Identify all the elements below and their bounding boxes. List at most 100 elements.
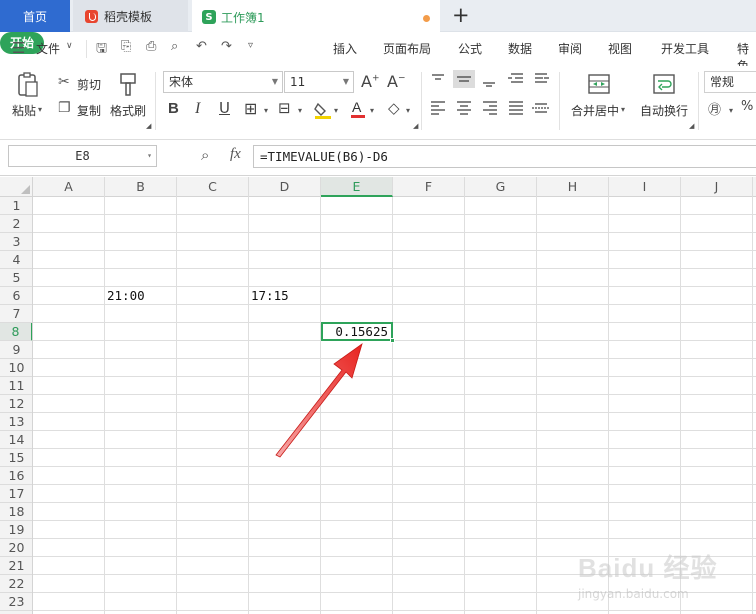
format-painter-icon[interactable] — [118, 72, 138, 98]
chevron-down-icon[interactable]: ▾ — [298, 106, 302, 115]
row-header-23[interactable]: 23 — [0, 593, 32, 611]
font-name-select[interactable]: 宋体 ▼ — [163, 71, 283, 93]
row-header-2[interactable]: 2 — [0, 215, 32, 233]
hamburger-menu-icon[interactable]: ☰ — [12, 39, 25, 57]
chevron-down-icon[interactable]: ▾ — [621, 105, 625, 114]
row-header-7[interactable]: 7 — [0, 305, 32, 323]
merge-center-icon[interactable] — [588, 72, 610, 96]
fill-color-icon[interactable] — [314, 100, 332, 120]
cut-button[interactable]: 剪切 — [77, 76, 101, 93]
merge-center-button[interactable]: 合并居中 — [571, 102, 619, 119]
menu-developer[interactable]: 开发工具 — [661, 40, 709, 57]
paste-dropdown-icon[interactable]: ▾ — [38, 105, 42, 114]
row-header-10[interactable]: 10 — [0, 359, 32, 377]
name-box[interactable]: E8 ▾ — [8, 145, 157, 167]
chevron-down-icon[interactable]: ▾ — [729, 106, 733, 115]
fill-handle[interactable] — [390, 338, 395, 343]
row-header-15[interactable]: 15 — [0, 449, 32, 467]
paste-icon[interactable] — [16, 72, 40, 98]
row-header-18[interactable]: 18 — [0, 503, 32, 521]
row-header-22[interactable]: 22 — [0, 575, 32, 593]
cell-e8[interactable]: 0.15625 — [321, 322, 395, 343]
new-tab-button[interactable]: + — [452, 3, 470, 27]
column-header-a[interactable]: A — [33, 177, 105, 197]
print-icon[interactable]: ⎙ — [146, 39, 156, 54]
menu-file[interactable]: 文件 — [36, 40, 60, 57]
row-header-8[interactable]: 8 — [0, 323, 32, 341]
menu-insert[interactable]: 插入 — [333, 40, 357, 57]
copy-icon[interactable]: ❐ — [58, 100, 71, 116]
column-header-d[interactable]: D — [249, 177, 321, 197]
increase-font-size-icon[interactable]: A+ — [361, 72, 380, 91]
chevron-down-icon[interactable]: ▾ — [406, 106, 410, 115]
quick-access-dropdown-icon[interactable]: ▿ — [248, 40, 253, 51]
column-header-h[interactable]: H — [537, 177, 609, 197]
menu-page-layout[interactable]: 页面布局 — [383, 40, 431, 57]
bold-icon[interactable]: B — [168, 100, 179, 117]
row-header-5[interactable]: 5 — [0, 269, 32, 287]
decrease-font-size-icon[interactable]: A− — [387, 72, 406, 91]
border-dropdown-icon[interactable]: ▾ — [264, 106, 268, 115]
row-header-16[interactable]: 16 — [0, 467, 32, 485]
row-header-4[interactable]: 4 — [0, 251, 32, 269]
scissors-icon[interactable]: ✂ — [58, 74, 70, 90]
row-header-3[interactable]: 3 — [0, 233, 32, 251]
row-header-11[interactable]: 11 — [0, 377, 32, 395]
clipboard-settings-icon[interactable]: ◢ — [146, 122, 151, 130]
row-header-21[interactable]: 21 — [0, 557, 32, 575]
row-header-6[interactable]: 6 — [0, 287, 32, 305]
copy-button[interactable]: 复制 — [77, 102, 101, 119]
font-color-icon[interactable]: A — [350, 98, 366, 120]
undo-icon[interactable]: ↶ — [196, 39, 207, 54]
font-settings-icon[interactable]: ◢ — [413, 122, 418, 130]
menu-formulas[interactable]: 公式 — [458, 40, 482, 57]
row-header-13[interactable]: 13 — [0, 413, 32, 431]
column-header-g[interactable]: G — [465, 177, 537, 197]
clear-format-icon[interactable]: ◇ — [388, 99, 400, 117]
cell-grid[interactable]: 21:00 17:15 0.15625 — [33, 197, 756, 614]
row-header-19[interactable]: 19 — [0, 521, 32, 539]
paste-button[interactable]: 粘贴 — [12, 102, 36, 119]
number-format-select[interactable]: 常规 — [704, 71, 756, 93]
cell-b6[interactable]: 21:00 — [105, 287, 177, 305]
row-header-12[interactable]: 12 — [0, 395, 32, 413]
row-header-17[interactable]: 17 — [0, 485, 32, 503]
tab-workbook[interactable]: S 工作簿1 — [192, 0, 440, 32]
wrap-text-button[interactable]: 自动换行 — [640, 102, 688, 119]
print-preview-icon[interactable]: ⌕ — [171, 39, 178, 54]
menu-data[interactable]: 数据 — [508, 40, 532, 57]
italic-icon[interactable]: I — [195, 100, 200, 118]
cell-d6[interactable]: 17:15 — [249, 287, 321, 305]
chevron-down-icon[interactable]: ▾ — [370, 106, 374, 115]
column-header-b[interactable]: B — [105, 177, 177, 197]
fx-icon[interactable]: fx — [230, 146, 241, 163]
select-all-corner[interactable] — [0, 177, 33, 197]
column-header-f[interactable]: F — [393, 177, 465, 197]
column-header-e[interactable]: E — [321, 177, 393, 197]
menu-review[interactable]: 审阅 — [558, 40, 582, 57]
zoom-search-icon[interactable]: ⌕ — [201, 146, 209, 164]
redo-icon[interactable]: ↷ — [221, 39, 232, 54]
export-pdf-icon[interactable]: ⎘ — [121, 39, 131, 54]
menu-view[interactable]: 视图 — [608, 40, 632, 57]
cell-style-icon[interactable]: ⊟ — [278, 99, 291, 117]
save-icon[interactable]: 🖫 — [96, 39, 107, 61]
row-header-20[interactable]: 20 — [0, 539, 32, 557]
alignment-settings-icon[interactable]: ◢ — [689, 122, 694, 130]
underline-icon[interactable]: U — [219, 99, 230, 117]
percent-icon[interactable]: % — [741, 99, 753, 114]
column-header-i[interactable]: I — [609, 177, 681, 197]
column-header-c[interactable]: C — [177, 177, 249, 197]
chevron-down-icon[interactable]: ▾ — [334, 106, 338, 115]
font-size-select[interactable]: 11 ▼ — [284, 71, 354, 93]
row-header-1[interactable]: 1 — [0, 197, 32, 215]
border-icon[interactable]: ⊞ — [244, 99, 257, 118]
row-header-9[interactable]: 9 — [0, 341, 32, 359]
chevron-down-icon[interactable]: ∨ — [66, 41, 73, 51]
currency-icon[interactable]: ㊊ — [708, 99, 721, 118]
formula-input[interactable]: =TIMEVALUE(B6)-D6 — [253, 145, 756, 168]
tab-docer-templates[interactable]: 稻壳模板 — [73, 0, 188, 32]
format-painter-button[interactable]: 格式刷 — [110, 102, 146, 119]
wrap-text-icon[interactable] — [652, 72, 676, 96]
tab-home[interactable]: 首页 — [0, 0, 70, 32]
